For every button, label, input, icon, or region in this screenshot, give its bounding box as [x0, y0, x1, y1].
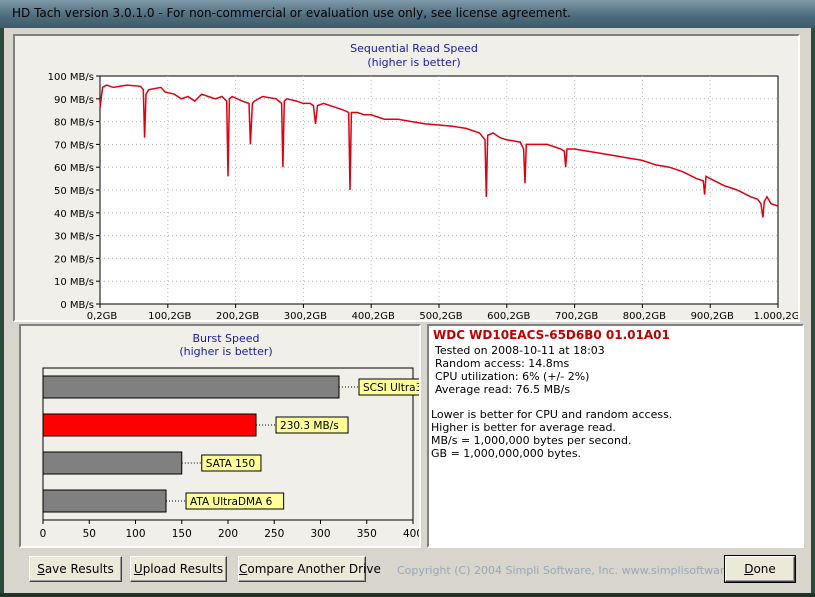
burst-x-tick-label: 50 — [83, 528, 96, 540]
seq-y-tick-label: 0 MB/s — [60, 300, 94, 311]
seq-x-tick-label: 600,2GB — [487, 311, 530, 320]
copyright-text: Copyright (C) 2004 Simpli Software, Inc.… — [397, 564, 758, 577]
burst-x-tick-label: 250 — [264, 528, 284, 540]
burst-bar-label: SATA 150 — [206, 458, 255, 470]
note-higher-better: Higher is better for average read. — [431, 421, 616, 434]
burst-bar — [42, 451, 183, 475]
seq-x-tick-label: 900,2GB — [691, 311, 734, 320]
seq-x-tick-label: 1.000,2GB — [754, 311, 798, 320]
compare-another-drive-button[interactable]: Compare Another Drive — [238, 556, 381, 582]
burst-chart-title: Burst Speed — [192, 332, 259, 345]
seq-x-tick-label: 700,2GB — [555, 311, 598, 320]
burst-speed-chart: Burst Speed (higher is better) SCSI Ultr… — [40, 332, 451, 540]
drive-info-panel: WDC WD10EACS-65D6B0 01.01A01 Tested on 2… — [427, 324, 804, 548]
burst-bar — [42, 489, 167, 513]
burst-x-tick-label: 100 — [125, 528, 145, 540]
seq-x-tick-label: 0,2GB — [87, 311, 118, 320]
seq-chart-subtitle: (higher is better) — [367, 56, 460, 69]
seq-y-tick-label: 10 MB/s — [54, 277, 94, 288]
seq-y-tick-label: 30 MB/s — [54, 232, 94, 243]
save-results-button[interactable]: Save Results — [29, 556, 122, 582]
burst-x-tick-label: 150 — [172, 528, 192, 540]
seq-y-tick-label: 20 MB/s — [54, 254, 94, 265]
client-area: Sequential Read Speed (higher is better)… — [4, 28, 811, 593]
sequential-read-chart: Sequential Read Speed (higher is better)… — [48, 42, 807, 322]
seq-y-tick-label: 40 MB/s — [54, 209, 94, 220]
title-bar: HD Tach version 3.0.1.0 - For non-commer… — [0, 0, 815, 28]
sequential-read-panel: Sequential Read Speed (higher is better)… — [13, 34, 807, 322]
seq-x-tick-label: 200,2GB — [216, 311, 259, 320]
hdtach-window: HD Tach version 3.0.1.0 - For non-commer… — [0, 0, 815, 597]
burst-chart-subtitle: (higher is better) — [179, 345, 272, 358]
info-random-access: Random access: 14.8ms — [435, 357, 570, 370]
done-button[interactable]: Done — [724, 555, 796, 583]
seq-y-tick-label: 70 MB/s — [54, 140, 94, 151]
seq-x-tick-label: 300,2GB — [284, 311, 327, 320]
seq-x-tick-label: 400,2GB — [352, 311, 395, 320]
burst-x-tick-label: 200 — [218, 528, 238, 540]
seq-y-tick-label: 100 MB/s — [48, 72, 94, 83]
seq-chart-title: Sequential Read Speed — [350, 42, 478, 55]
info-average-read: Average read: 76.5 MB/s — [435, 383, 571, 396]
seq-x-tick-label: 500,2GB — [419, 311, 462, 320]
taskbar-strip — [0, 593, 815, 597]
note-lower-better: Lower is better for CPU and random acces… — [431, 408, 673, 421]
seq-x-tick-label: 100,2GB — [148, 311, 191, 320]
burst-bar-label: SCSI Ultra320 — [363, 382, 419, 394]
burst-x-tick-label: 0 — [40, 528, 47, 540]
seq-y-tick-label: 50 MB/s — [54, 186, 94, 197]
burst-x-tick-label: 400 — [403, 528, 419, 540]
drive-name: WDC WD10EACS-65D6B0 01.01A01 — [433, 328, 670, 342]
seq-y-tick-label: 60 MB/s — [54, 163, 94, 174]
seq-y-tick-label: 80 MB/s — [54, 118, 94, 129]
burst-bar — [42, 413, 257, 437]
burst-speed-panel: Burst Speed (higher is better) SCSI Ultr… — [19, 324, 451, 548]
seq-y-tick-label: 90 MB/s — [54, 95, 94, 106]
burst-bar-label: 230.3 MB/s — [280, 420, 339, 432]
seq-x-tick-label: 800,2GB — [623, 311, 666, 320]
info-tested: Tested on 2008-10-11 at 18:03 — [435, 344, 605, 357]
info-cpu: CPU utilization: 6% (+/- 2%) — [435, 370, 590, 383]
burst-bar-label: ATA UltraDMA 6 — [190, 496, 273, 508]
upload-results-button[interactable]: Upload Results — [130, 556, 227, 582]
burst-x-tick-label: 350 — [357, 528, 377, 540]
burst-x-tick-label: 300 — [310, 528, 330, 540]
note-mbs-definition: MB/s = 1,000,000 bytes per second. — [431, 434, 632, 447]
window-title: HD Tach version 3.0.1.0 - For non-commer… — [12, 6, 571, 20]
note-gb-definition: GB = 1,000,000,000 bytes. — [431, 447, 582, 460]
burst-bar — [42, 375, 340, 399]
